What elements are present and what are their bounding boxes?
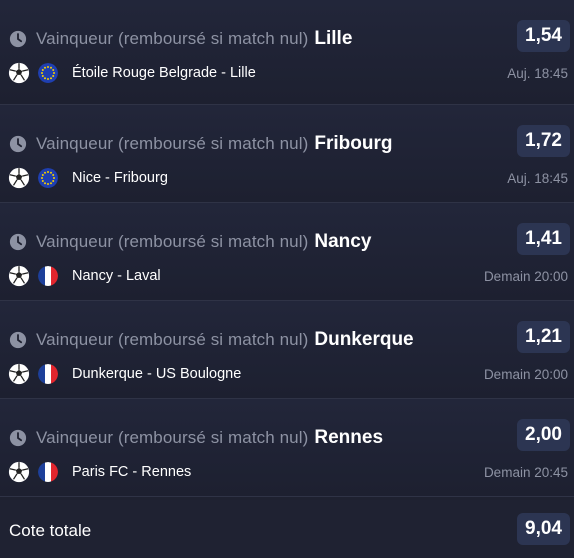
football-icon — [8, 265, 30, 287]
bet-pick: Dunkerque — [314, 329, 414, 350]
football-icon — [8, 167, 30, 189]
eu-flag-icon — [38, 168, 58, 188]
clock-icon — [9, 30, 27, 48]
bet-market: Vainqueur (remboursé si match nul) — [36, 29, 309, 48]
total-label: Cote totale — [9, 521, 92, 540]
bet-item[interactable]: Vainqueur (remboursé si match nul) Dunke… — [0, 301, 574, 399]
bet-item[interactable]: Vainqueur (remboursé si match nul) Fribo… — [0, 105, 574, 203]
bet-market: Vainqueur (remboursé si match nul) — [36, 330, 309, 349]
event-time: Demain 20:00 — [483, 367, 568, 382]
france-flag-icon — [38, 462, 58, 482]
bet-slip: Vainqueur (remboursé si match nul) Lille… — [0, 0, 574, 558]
total-odds-badge: 9,04 — [517, 513, 570, 545]
clock-icon — [9, 331, 27, 349]
bet-market: Vainqueur (remboursé si match nul) — [36, 134, 309, 153]
event-name: Nice - Fribourg — [72, 170, 168, 186]
total-odds-row: Cote totale 9,04 — [0, 500, 574, 558]
bet-pick: Nancy — [314, 231, 372, 252]
bet-pick: Rennes — [314, 427, 384, 448]
clock-icon — [9, 233, 27, 251]
odds-badge[interactable]: 2,00 — [517, 419, 570, 451]
eu-flag-icon — [38, 63, 58, 83]
event-name: Dunkerque - US Boulogne — [72, 366, 242, 382]
france-flag-icon — [38, 364, 58, 384]
event-name: Étoile Rouge Belgrade - Lille — [72, 65, 256, 81]
bet-market: Vainqueur (remboursé si match nul) — [36, 428, 309, 447]
bet-pick: Fribourg — [314, 133, 393, 154]
event-name: Nancy - Laval — [72, 268, 161, 284]
football-icon — [8, 62, 30, 84]
event-time: Demain 20:00 — [483, 269, 568, 284]
event-time: Auj. 18:45 — [507, 66, 568, 81]
odds-badge[interactable]: 1,54 — [517, 20, 570, 52]
bet-item[interactable]: Vainqueur (remboursé si match nul) Nancy… — [0, 203, 574, 301]
event-time: Auj. 18:45 — [507, 171, 568, 186]
france-flag-icon — [38, 266, 58, 286]
odds-badge[interactable]: 1,72 — [517, 125, 570, 157]
bet-pick: Lille — [314, 28, 353, 49]
event-name: Paris FC - Rennes — [72, 464, 192, 480]
clock-icon — [9, 135, 27, 153]
event-time: Demain 20:45 — [483, 465, 568, 480]
clock-icon — [9, 429, 27, 447]
bet-market: Vainqueur (remboursé si match nul) — [36, 232, 309, 251]
odds-badge[interactable]: 1,41 — [517, 223, 570, 255]
bet-item[interactable]: Vainqueur (remboursé si match nul) Renne… — [0, 399, 574, 497]
football-icon — [8, 461, 30, 483]
odds-badge[interactable]: 1,21 — [517, 321, 570, 353]
bet-item[interactable]: Vainqueur (remboursé si match nul) Lille… — [0, 0, 574, 105]
football-icon — [8, 363, 30, 385]
